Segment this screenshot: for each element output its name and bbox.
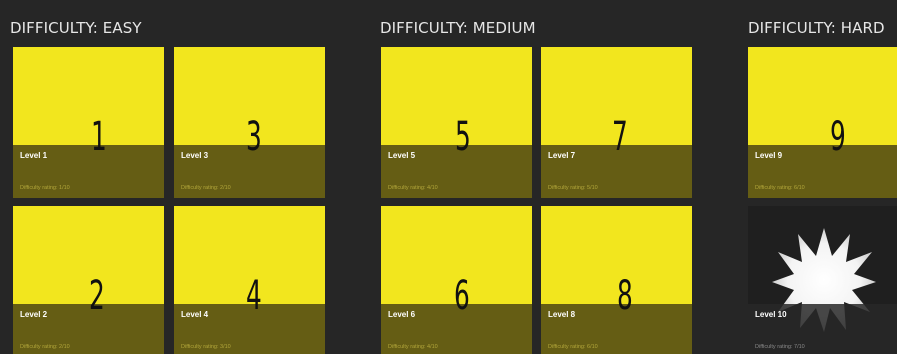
level-title: Level 5 <box>388 151 416 160</box>
group-header-medium: DIFFICULTY: MEDIUM <box>380 19 536 37</box>
level-title: Level 8 <box>548 310 576 319</box>
level-title: Level 7 <box>548 151 576 160</box>
level-tile-10[interactable]: Level 10 Difficulty rating: 7/10 <box>748 206 897 354</box>
difficulty-rating: Difficulty rating: 3/10 <box>181 344 231 350</box>
group-header-easy: DIFFICULTY: EASY <box>10 19 142 37</box>
level-number: 6 <box>454 273 470 319</box>
level-title: Level 9 <box>755 151 783 160</box>
level-title: Level 1 <box>20 151 48 160</box>
level-title: Level 6 <box>388 310 416 319</box>
level-title: Level 10 <box>755 310 787 319</box>
level-tile-7[interactable]: 7 Level 7 Difficulty rating: 5/10 <box>541 47 692 198</box>
level-tile-8[interactable]: 8 Level 8 Difficulty rating: 6/10 <box>541 206 692 354</box>
difficulty-rating: Difficulty rating: 4/10 <box>388 344 438 350</box>
level-number: 1 <box>91 114 107 160</box>
level-number: 8 <box>617 273 633 319</box>
level-title: Level 2 <box>20 310 48 319</box>
group-header-hard: DIFFICULTY: HARD <box>748 19 885 37</box>
difficulty-rating: Difficulty rating: 2/10 <box>181 185 231 191</box>
level-number: 3 <box>246 114 262 160</box>
difficulty-rating: Difficulty rating: 2/10 <box>20 344 70 350</box>
level-tile-1[interactable]: 1 Level 1 Difficulty rating: 1/10 <box>13 47 164 198</box>
difficulty-rating: Difficulty rating: 7/10 <box>755 344 805 350</box>
level-title: Level 3 <box>181 151 209 160</box>
level-tile-2[interactable]: 2 Level 2 Difficulty rating: 2/10 <box>13 206 164 354</box>
level-number: 5 <box>455 114 471 160</box>
level-tile-4[interactable]: 4 Level 4 Difficulty rating: 3/10 <box>174 206 325 354</box>
level-number: 4 <box>246 273 262 319</box>
difficulty-rating: Difficulty rating: 6/10 <box>548 344 598 350</box>
level-number: 7 <box>612 114 628 160</box>
level-select-screen: DIFFICULTY: EASY DIFFICULTY: MEDIUM DIFF… <box>0 0 897 354</box>
difficulty-rating: Difficulty rating: 5/10 <box>548 185 598 191</box>
level-tile-5[interactable]: 5 Level 5 Difficulty rating: 4/10 <box>381 47 532 198</box>
level-tile-9[interactable]: 9 Level 9 Difficulty rating: 6/10 <box>748 47 897 198</box>
difficulty-rating: Difficulty rating: 1/10 <box>20 185 70 191</box>
difficulty-rating: Difficulty rating: 4/10 <box>388 185 438 191</box>
level-number: 2 <box>89 273 105 319</box>
level-title: Level 4 <box>181 310 209 319</box>
difficulty-rating: Difficulty rating: 6/10 <box>755 185 805 191</box>
level-tile-3[interactable]: 3 Level 3 Difficulty rating: 2/10 <box>174 47 325 198</box>
level-tile-6[interactable]: 6 Level 6 Difficulty rating: 4/10 <box>381 206 532 354</box>
level-number: 9 <box>830 114 846 160</box>
